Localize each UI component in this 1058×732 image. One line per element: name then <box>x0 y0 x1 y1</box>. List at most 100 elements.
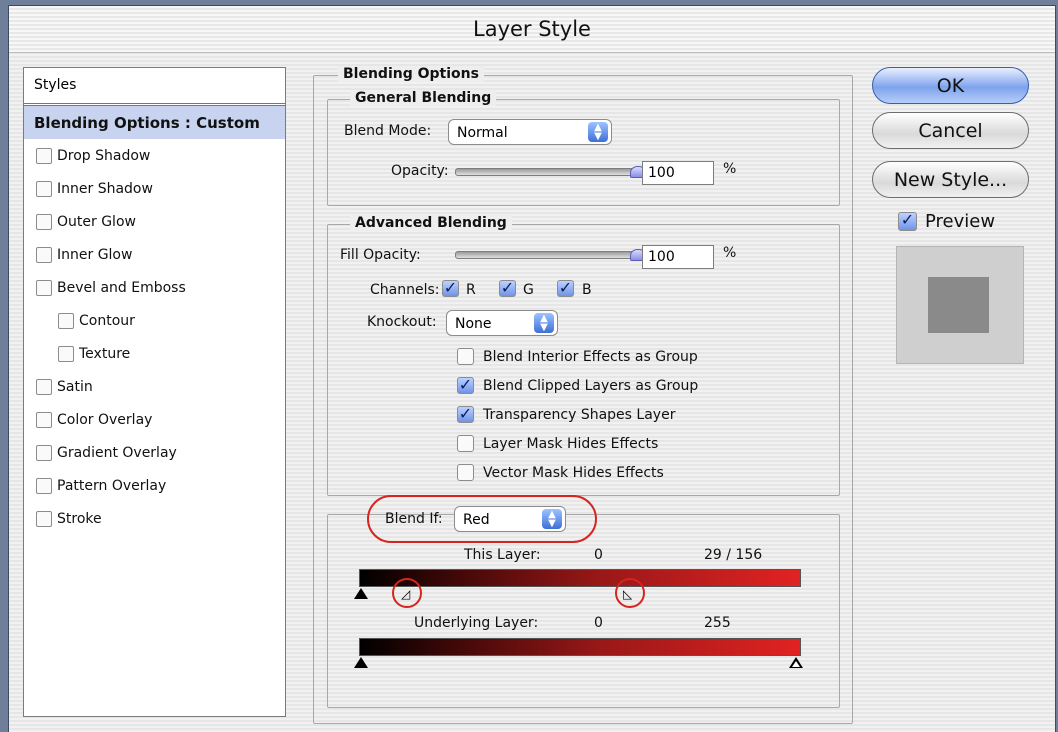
styles-item[interactable]: Gradient Overlay <box>24 436 285 469</box>
opacity-slider[interactable] <box>455 168 637 176</box>
opacity-input[interactable]: 100 <box>642 161 714 185</box>
fill-opacity-slider[interactable] <box>455 251 637 259</box>
styles-item[interactable]: Texture <box>24 337 285 370</box>
styles-header[interactable]: Styles <box>24 68 285 106</box>
this-layer-high-value: 29 / 156 <box>704 547 763 563</box>
style-item-label: Bevel and Emboss <box>57 279 186 296</box>
this-layer-label: This Layer: <box>464 547 541 563</box>
advanced-option-label: Vector Mask Hides Effects <box>483 465 664 481</box>
preview-checkbox[interactable]: ✓ <box>898 212 917 231</box>
advanced-option-label: Layer Mask Hides Effects <box>483 436 659 452</box>
styles-item[interactable]: Contour <box>24 304 285 337</box>
black-split-annotation-circle <box>392 578 422 608</box>
window-title: Layer Style <box>9 6 1055 53</box>
advanced-option-checkbox[interactable] <box>457 435 474 452</box>
style-item-label: Stroke <box>57 510 102 527</box>
advanced-option-checkbox[interactable] <box>457 348 474 365</box>
blend-if-group <box>327 514 840 708</box>
styles-item[interactable]: Outer Glow <box>24 205 285 238</box>
advanced-option-label: Blend Clipped Layers as Group <box>483 378 699 394</box>
channel-r-label: R <box>466 282 476 298</box>
preview-label: Preview <box>925 211 996 232</box>
opacity-percent: % <box>723 161 737 177</box>
opacity-label: Opacity: <box>391 163 449 179</box>
style-checkbox[interactable] <box>36 213 52 230</box>
styles-item[interactable]: Inner Glow <box>24 238 285 271</box>
styles-item[interactable]: Inner Shadow <box>24 172 285 205</box>
underlying-high-value: 255 <box>704 615 731 631</box>
styles-item[interactable]: Satin <box>24 370 285 403</box>
blend-mode-select[interactable]: Normal ▲ ▼ <box>448 119 612 145</box>
style-checkbox[interactable] <box>36 180 52 197</box>
style-checkbox[interactable] <box>58 345 74 362</box>
channel-b-checkbox[interactable]: ✓ <box>557 280 574 297</box>
preview-thumbnail <box>896 246 1024 364</box>
style-checkbox[interactable] <box>36 246 52 263</box>
styles-list: Styles Blending Options : Custom Drop Sh… <box>23 67 286 717</box>
style-checkbox[interactable] <box>36 147 52 164</box>
styles-item[interactable]: Bevel and Emboss <box>24 271 285 304</box>
styles-item[interactable]: Pattern Overlay <box>24 469 285 502</box>
fill-opacity-label: Fill Opacity: <box>340 247 421 263</box>
cancel-button[interactable]: Cancel <box>872 112 1029 149</box>
styles-item[interactable]: Color Overlay <box>24 403 285 436</box>
advanced-option-checkbox[interactable] <box>457 464 474 481</box>
underlying-layer-label: Underlying Layer: <box>414 615 539 631</box>
advanced-blending-title: Advanced Blending <box>350 215 512 231</box>
knockout-label: Knockout: <box>367 314 437 330</box>
underlying-low-value: 0 <box>594 615 603 631</box>
layer-style-dialog: Layer Style Styles Blending Options : Cu… <box>9 6 1055 732</box>
style-checkbox[interactable] <box>36 477 52 494</box>
advanced-option-label: Blend Interior Effects as Group <box>483 349 698 365</box>
style-item-label: Inner Glow <box>57 246 133 263</box>
advanced-option-checkbox[interactable]: ✓ <box>457 377 474 394</box>
blend-mode-value: Normal <box>457 125 508 141</box>
underlying-white-slider[interactable] <box>789 657 803 668</box>
style-item-label: Pattern Overlay <box>57 477 167 494</box>
style-item-label: Color Overlay <box>57 411 153 428</box>
this-layer-black-slider[interactable] <box>354 588 368 599</box>
style-checkbox[interactable] <box>36 510 52 527</box>
channels-label: Channels: <box>370 282 440 298</box>
general-blending-group <box>327 99 840 206</box>
ok-button[interactable]: OK <box>872 67 1029 104</box>
general-blending-title: General Blending <box>350 90 497 106</box>
style-item-label: Texture <box>79 345 131 362</box>
style-checkbox[interactable] <box>58 312 74 329</box>
underlying-layer-gradient-bar <box>359 638 801 656</box>
style-item-label: Gradient Overlay <box>57 444 177 461</box>
channel-b-label: B <box>582 282 592 298</box>
channel-r-checkbox[interactable]: ✓ <box>442 280 459 297</box>
channel-g-checkbox[interactable]: ✓ <box>499 280 516 297</box>
styles-item[interactable]: Stroke <box>24 502 285 535</box>
style-item-label: Satin <box>57 378 93 395</box>
this-layer-low-value: 0 <box>594 547 603 563</box>
style-item-label: Contour <box>79 312 135 329</box>
this-layer-gradient-bar <box>359 569 801 587</box>
channel-g-label: G <box>523 282 534 298</box>
style-item-label: Drop Shadow <box>57 147 151 164</box>
style-checkbox[interactable] <box>36 279 52 296</box>
blend-if-annotation-circle <box>367 495 597 543</box>
style-checkbox[interactable] <box>36 378 52 395</box>
style-item-label: Outer Glow <box>57 213 136 230</box>
underlying-black-slider[interactable] <box>354 657 368 668</box>
advanced-option-checkbox[interactable]: ✓ <box>457 406 474 423</box>
styles-item-blending-options[interactable]: Blending Options : Custom <box>24 106 285 139</box>
advanced-option-label: Transparency Shapes Layer <box>483 407 676 423</box>
style-checkbox[interactable] <box>36 444 52 461</box>
style-checkbox[interactable] <box>36 411 52 428</box>
preview-swatch <box>928 277 989 333</box>
white-split-annotation-circle <box>615 578 645 608</box>
blend-mode-label: Blend Mode: <box>344 123 432 139</box>
updown-arrows-icon: ▲ ▼ <box>588 122 608 142</box>
updown-arrows-icon: ▲ ▼ <box>534 313 554 333</box>
knockout-select[interactable]: None ▲ ▼ <box>446 310 558 336</box>
style-item-label: Inner Shadow <box>57 180 153 197</box>
knockout-value: None <box>455 316 492 332</box>
fill-opacity-percent: % <box>723 245 737 261</box>
styles-item[interactable]: Drop Shadow <box>24 139 285 172</box>
new-style-button[interactable]: New Style... <box>872 161 1029 198</box>
blending-options-title: Blending Options <box>338 66 484 82</box>
fill-opacity-input[interactable]: 100 <box>642 245 714 269</box>
